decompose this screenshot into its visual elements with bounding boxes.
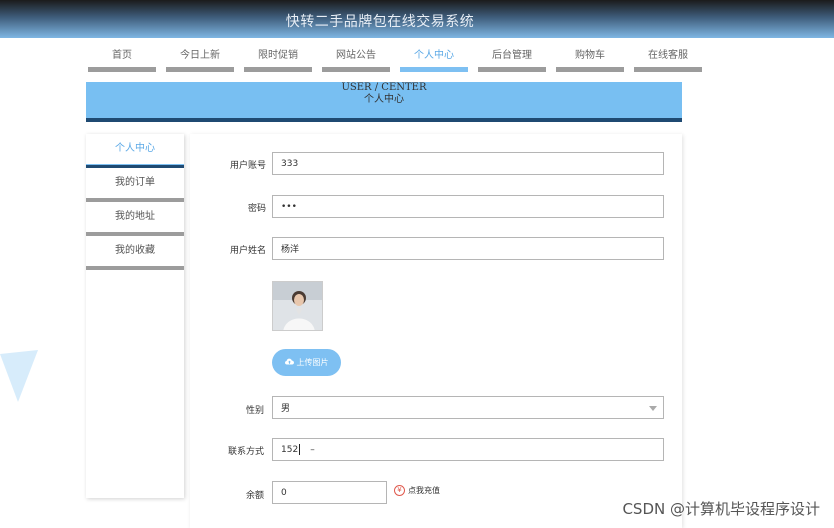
banner-title-cn: 个人中心 xyxy=(364,94,404,105)
account-input[interactable]: 333 xyxy=(272,152,664,175)
sidebar-item-addresses[interactable]: 我的地址 xyxy=(86,202,184,236)
nav-item-new-today[interactable]: 今日上新 xyxy=(166,48,234,74)
page-banner: USER / CENTER 个人中心 xyxy=(86,82,682,122)
gender-select[interactable]: 男 xyxy=(272,396,664,419)
nav-item-user-center[interactable]: 个人中心 xyxy=(400,48,468,74)
balance-label: 余额 xyxy=(245,491,264,501)
sidebar-item-underline xyxy=(86,266,184,270)
contact-label: 联系方式 xyxy=(227,447,264,457)
recharge-label: 点我充值 xyxy=(408,486,440,495)
nav-item-underline xyxy=(556,67,624,72)
sidebar-item-orders[interactable]: 我的订单 xyxy=(86,168,184,202)
nav-item-home[interactable]: 首页 xyxy=(88,48,156,74)
text-cursor xyxy=(299,444,301,455)
name-label: 用户姓名 xyxy=(229,246,266,256)
nav-item-label: 在线客服 xyxy=(648,50,688,61)
header-bar: 快转二手品牌包在线交易系统 xyxy=(0,0,834,38)
watermark: CSDN @计算机毕设程序设计 xyxy=(622,500,820,518)
balance-value: 0 xyxy=(281,487,287,498)
main-nav: 首页 今日上新 限时促销 网站公告 个人中心 后台管理 购物车 在线客服 xyxy=(88,48,702,74)
nav-item-flash-sale[interactable]: 限时促销 xyxy=(244,48,312,74)
avatar-photo xyxy=(273,282,322,330)
password-label: 密码 xyxy=(247,204,266,214)
nav-item-underline xyxy=(400,67,468,72)
nav-item-label: 今日上新 xyxy=(180,50,220,61)
nav-item-underline xyxy=(244,67,312,72)
decorative-triangle xyxy=(0,350,38,402)
gender-label: 性别 xyxy=(245,406,264,416)
banner-title-en: USER / CENTER xyxy=(341,82,427,93)
recharge-link[interactable]: ¥ 点我充值 xyxy=(394,485,440,496)
password-input[interactable]: ••• xyxy=(272,195,664,218)
nav-item-underline xyxy=(322,67,390,72)
gender-value: 男 xyxy=(281,404,291,414)
nav-item-label: 网站公告 xyxy=(336,50,376,61)
yuan-coin-icon: ¥ xyxy=(394,485,405,496)
nav-item-support[interactable]: 在线客服 xyxy=(634,48,702,74)
nav-item-label: 后台管理 xyxy=(492,50,532,61)
balance-input[interactable]: 0 xyxy=(272,481,387,504)
nav-item-label: 首页 xyxy=(112,50,132,61)
name-value: 杨洋 xyxy=(281,245,300,255)
nav-item-label: 购物车 xyxy=(575,50,605,61)
sidebar-item-user-center[interactable]: 个人中心 xyxy=(86,134,184,168)
contact-input[interactable]: 152 – xyxy=(272,438,664,461)
nav-item-label: 个人中心 xyxy=(414,50,454,61)
name-input[interactable]: 杨洋 xyxy=(272,237,664,260)
upload-image-label: 上传图片 xyxy=(296,358,329,367)
nav-item-label: 限时促销 xyxy=(258,50,298,61)
nav-item-announcements[interactable]: 网站公告 xyxy=(322,48,390,74)
contact-value-suffix: – xyxy=(310,444,315,455)
nav-item-underline xyxy=(88,67,156,72)
account-label: 用户账号 xyxy=(229,161,266,171)
nav-item-admin[interactable]: 后台管理 xyxy=(478,48,546,74)
contact-value: 152 xyxy=(281,444,299,455)
password-value: ••• xyxy=(281,201,297,212)
nav-item-underline xyxy=(166,67,234,72)
nav-item-cart[interactable]: 购物车 xyxy=(556,48,624,74)
nav-item-underline xyxy=(634,67,702,72)
sidebar-item-favorites[interactable]: 我的收藏 xyxy=(86,236,184,270)
sidebar-item-label: 我的收藏 xyxy=(115,245,155,256)
cloud-upload-icon xyxy=(284,358,294,367)
upload-image-button[interactable]: 上传图片 xyxy=(272,349,341,376)
site-title: 快转二手品牌包在线交易系统 xyxy=(285,14,475,30)
sidebar: 个人中心 我的订单 我的地址 我的收藏 xyxy=(86,134,184,498)
nav-item-underline xyxy=(478,67,546,72)
sidebar-item-label: 我的地址 xyxy=(115,211,155,222)
profile-panel xyxy=(190,134,682,528)
sidebar-item-label: 我的订单 xyxy=(115,177,155,188)
avatar-image xyxy=(272,281,323,331)
sidebar-item-label: 个人中心 xyxy=(115,143,155,154)
account-value: 333 xyxy=(281,158,299,169)
